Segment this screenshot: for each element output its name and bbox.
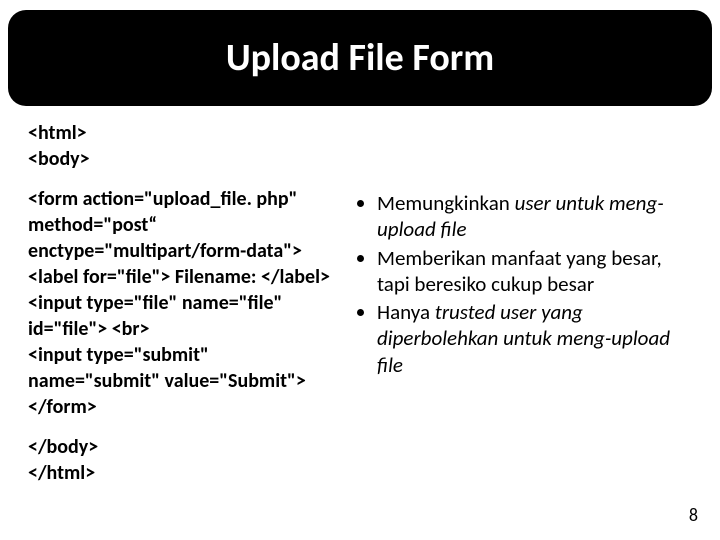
bullet-list: Memungkinkan user untuk meng-upload file… xyxy=(355,190,695,380)
title-box: Upload File Form xyxy=(8,10,712,106)
slide-title: Upload File Form xyxy=(226,35,494,81)
list-item: Memberikan manfaat yang besar, tapi bere… xyxy=(377,245,695,298)
slide: Upload File Form <html> <body> <form act… xyxy=(0,0,720,540)
bullet-text: Memberikan manfaat yang besar, tapi bere… xyxy=(377,245,662,297)
code-mid: <form action="upload_file. php" method="… xyxy=(28,186,338,420)
list-item: Hanya trusted user yang diperbolehkan un… xyxy=(377,299,695,378)
code-block: <html> <body> <form action="upload_file.… xyxy=(28,120,338,486)
bullet-text: Memungkinkan xyxy=(377,190,515,216)
page-number: 8 xyxy=(689,504,698,526)
code-top: <html> <body> xyxy=(28,120,338,172)
bullet-text: Hanya xyxy=(377,299,435,325)
code-bot: </body> </html> xyxy=(28,434,338,486)
list-item: Memungkinkan user untuk meng-upload file xyxy=(377,190,695,243)
